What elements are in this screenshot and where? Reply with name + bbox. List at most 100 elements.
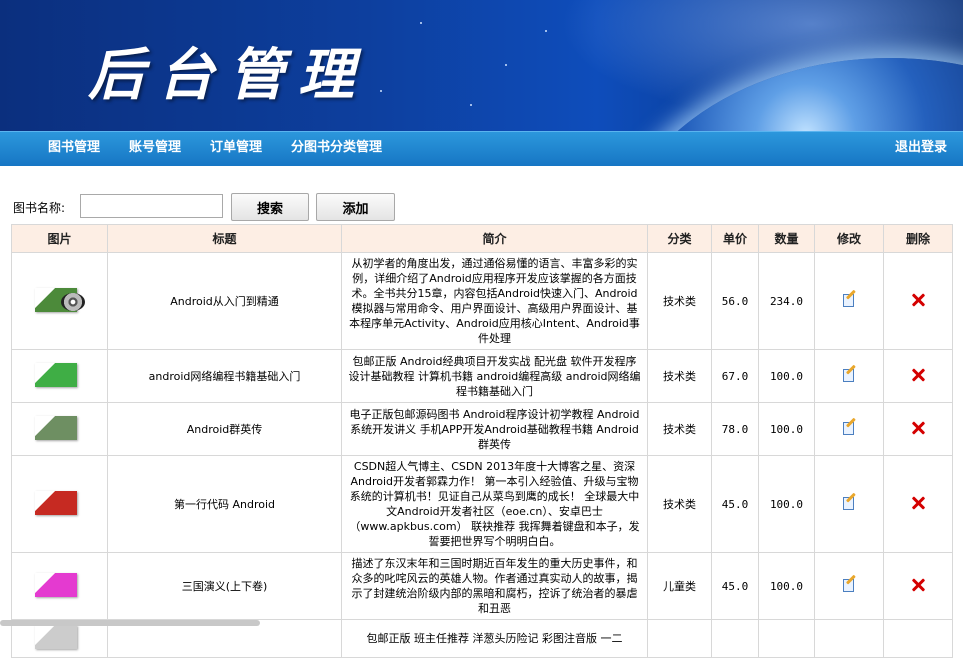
table-row: 三国演义(上下卷) 描述了东汉末年和三国时期近百年发生的重大历史事件，和众多的叱咤… <box>11 552 953 620</box>
nav-item-account-management[interactable]: 账号管理 <box>129 132 181 166</box>
book-title: android网络编程书籍基础入门 <box>107 349 342 403</box>
delete-icon[interactable] <box>911 421 925 435</box>
book-description: CSDN超人气博主、CSDN 2013年度十大博客之星、资深Android开发者… <box>341 455 648 553</box>
search-button[interactable]: 搜索 <box>231 193 309 221</box>
book-price: 45.0 <box>711 552 759 620</box>
delete-cell <box>883 455 953 553</box>
page-title: 后台管理 <box>88 42 368 108</box>
search-label: 图书名称: <box>13 201 66 215</box>
book-price <box>711 619 759 658</box>
cd-disc-icon <box>60 292 85 311</box>
column-header-image: 图片 <box>11 224 108 253</box>
book-cover-image[interactable] <box>31 570 89 600</box>
book-cover <box>34 572 77 597</box>
delete-cell <box>883 252 953 350</box>
book-description: 包邮正版 班主任推荐 洋葱头历险记 彩图注音版 一二 <box>341 619 648 658</box>
book-description: 描述了东汉末年和三国时期近百年发生的重大历史事件，和众多的叱咤风云的英雄人物。作… <box>341 552 648 620</box>
book-cover <box>34 625 77 649</box>
book-title: Android群英传 <box>107 402 342 456</box>
nav-item-order-management[interactable]: 订单管理 <box>210 132 262 166</box>
table-row: Android群英传 电子正版包邮源码图书 Android程序设计初学教程 And… <box>11 402 953 456</box>
book-cover-image[interactable] <box>31 360 89 390</box>
book-cover <box>34 362 77 387</box>
nav-item-book-management[interactable]: 图书管理 <box>48 132 100 166</box>
column-header-delete: 删除 <box>883 224 953 253</box>
edit-cell <box>814 455 884 553</box>
book-image-cell <box>11 402 108 456</box>
book-title: Android从入门到精通 <box>107 252 342 350</box>
nav-item-category-management[interactable]: 分图书分类管理 <box>291 132 382 166</box>
books-table: 图片 标题 简介 分类 单价 数量 修改 删除 Android从入门到精通 从初学… <box>11 224 953 658</box>
book-cover-image[interactable] <box>31 285 89 315</box>
book-category: 儿童类 <box>647 552 712 620</box>
edit-icon[interactable] <box>842 364 856 382</box>
delete-cell <box>883 402 953 456</box>
book-image-cell <box>11 252 108 350</box>
logout-link[interactable]: 退出登录 <box>895 132 947 166</box>
column-header-price: 单价 <box>711 224 759 253</box>
book-category: 技术类 <box>647 252 712 350</box>
column-header-title: 标题 <box>107 224 342 253</box>
delete-cell <box>883 349 953 403</box>
edit-icon[interactable] <box>842 417 856 435</box>
book-title: 三国演义(上下卷) <box>107 552 342 620</box>
book-price: 78.0 <box>711 402 759 456</box>
book-quantity: 100.0 <box>758 402 815 456</box>
book-quantity: 100.0 <box>758 552 815 620</box>
book-name-search-input[interactable] <box>80 194 223 218</box>
book-cover-image[interactable] <box>31 413 89 443</box>
star <box>420 22 422 24</box>
edit-icon[interactable] <box>842 574 856 592</box>
book-category: 技术类 <box>647 349 712 403</box>
edit-cell <box>814 402 884 456</box>
delete-icon[interactable] <box>911 293 925 307</box>
star <box>545 30 547 32</box>
edit-cell <box>814 552 884 620</box>
column-header-edit: 修改 <box>814 224 884 253</box>
edit-cell <box>814 619 884 658</box>
book-description: 包邮正版 Android经典项目开发实战 配光盘 软件开发程序设计基础教程 计算… <box>341 349 648 403</box>
star <box>470 104 472 106</box>
delete-cell <box>883 552 953 620</box>
book-category <box>647 619 712 658</box>
table-row: 第一行代码 Android CSDN超人气博主、CSDN 2013年度十大博客之星… <box>11 455 953 553</box>
column-header-category: 分类 <box>647 224 712 253</box>
edit-icon[interactable] <box>842 289 856 307</box>
book-description: 从初学者的角度出发，通过通俗易懂的语言、丰富多彩的实例，详细介绍了Android… <box>341 252 648 350</box>
horizontal-scrollbar[interactable] <box>0 620 260 626</box>
book-title: 第一行代码 Android <box>107 455 342 553</box>
table-row: android网络编程书籍基础入门 包邮正版 Android经典项目开发实战 配光… <box>11 349 953 403</box>
edit-cell <box>814 349 884 403</box>
book-quantity: 100.0 <box>758 455 815 553</box>
book-category: 技术类 <box>647 455 712 553</box>
star <box>505 64 507 66</box>
book-quantity: 100.0 <box>758 349 815 403</box>
delete-icon[interactable] <box>911 368 925 382</box>
book-cover-image[interactable] <box>31 622 89 652</box>
book-image-cell <box>11 552 108 620</box>
edit-cell <box>814 252 884 350</box>
delete-icon[interactable] <box>911 578 925 592</box>
book-description: 电子正版包邮源码图书 Android程序设计初学教程 Android系统开发讲义… <box>341 402 648 456</box>
book-price: 56.0 <box>711 252 759 350</box>
book-image-cell <box>11 349 108 403</box>
delete-cell <box>883 619 953 658</box>
book-image-cell <box>11 455 108 553</box>
column-header-description: 简介 <box>341 224 648 253</box>
column-header-quantity: 数量 <box>758 224 815 253</box>
header-banner: 后台管理 <box>0 0 963 131</box>
book-quantity <box>758 619 815 658</box>
book-quantity: 234.0 <box>758 252 815 350</box>
star <box>380 90 382 92</box>
book-category: 技术类 <box>647 402 712 456</box>
main-nav: 图书管理 账号管理 订单管理 分图书分类管理 退出登录 <box>0 131 963 166</box>
book-cover <box>34 490 77 515</box>
delete-icon[interactable] <box>911 496 925 510</box>
add-button[interactable]: 添加 <box>316 193 395 221</box>
book-price: 45.0 <box>711 455 759 553</box>
edit-icon[interactable] <box>842 492 856 510</box>
book-cover-image[interactable] <box>31 488 89 518</box>
book-cover <box>34 415 77 440</box>
book-price: 67.0 <box>711 349 759 403</box>
table-header-row: 图片 标题 简介 分类 单价 数量 修改 删除 <box>11 224 953 253</box>
